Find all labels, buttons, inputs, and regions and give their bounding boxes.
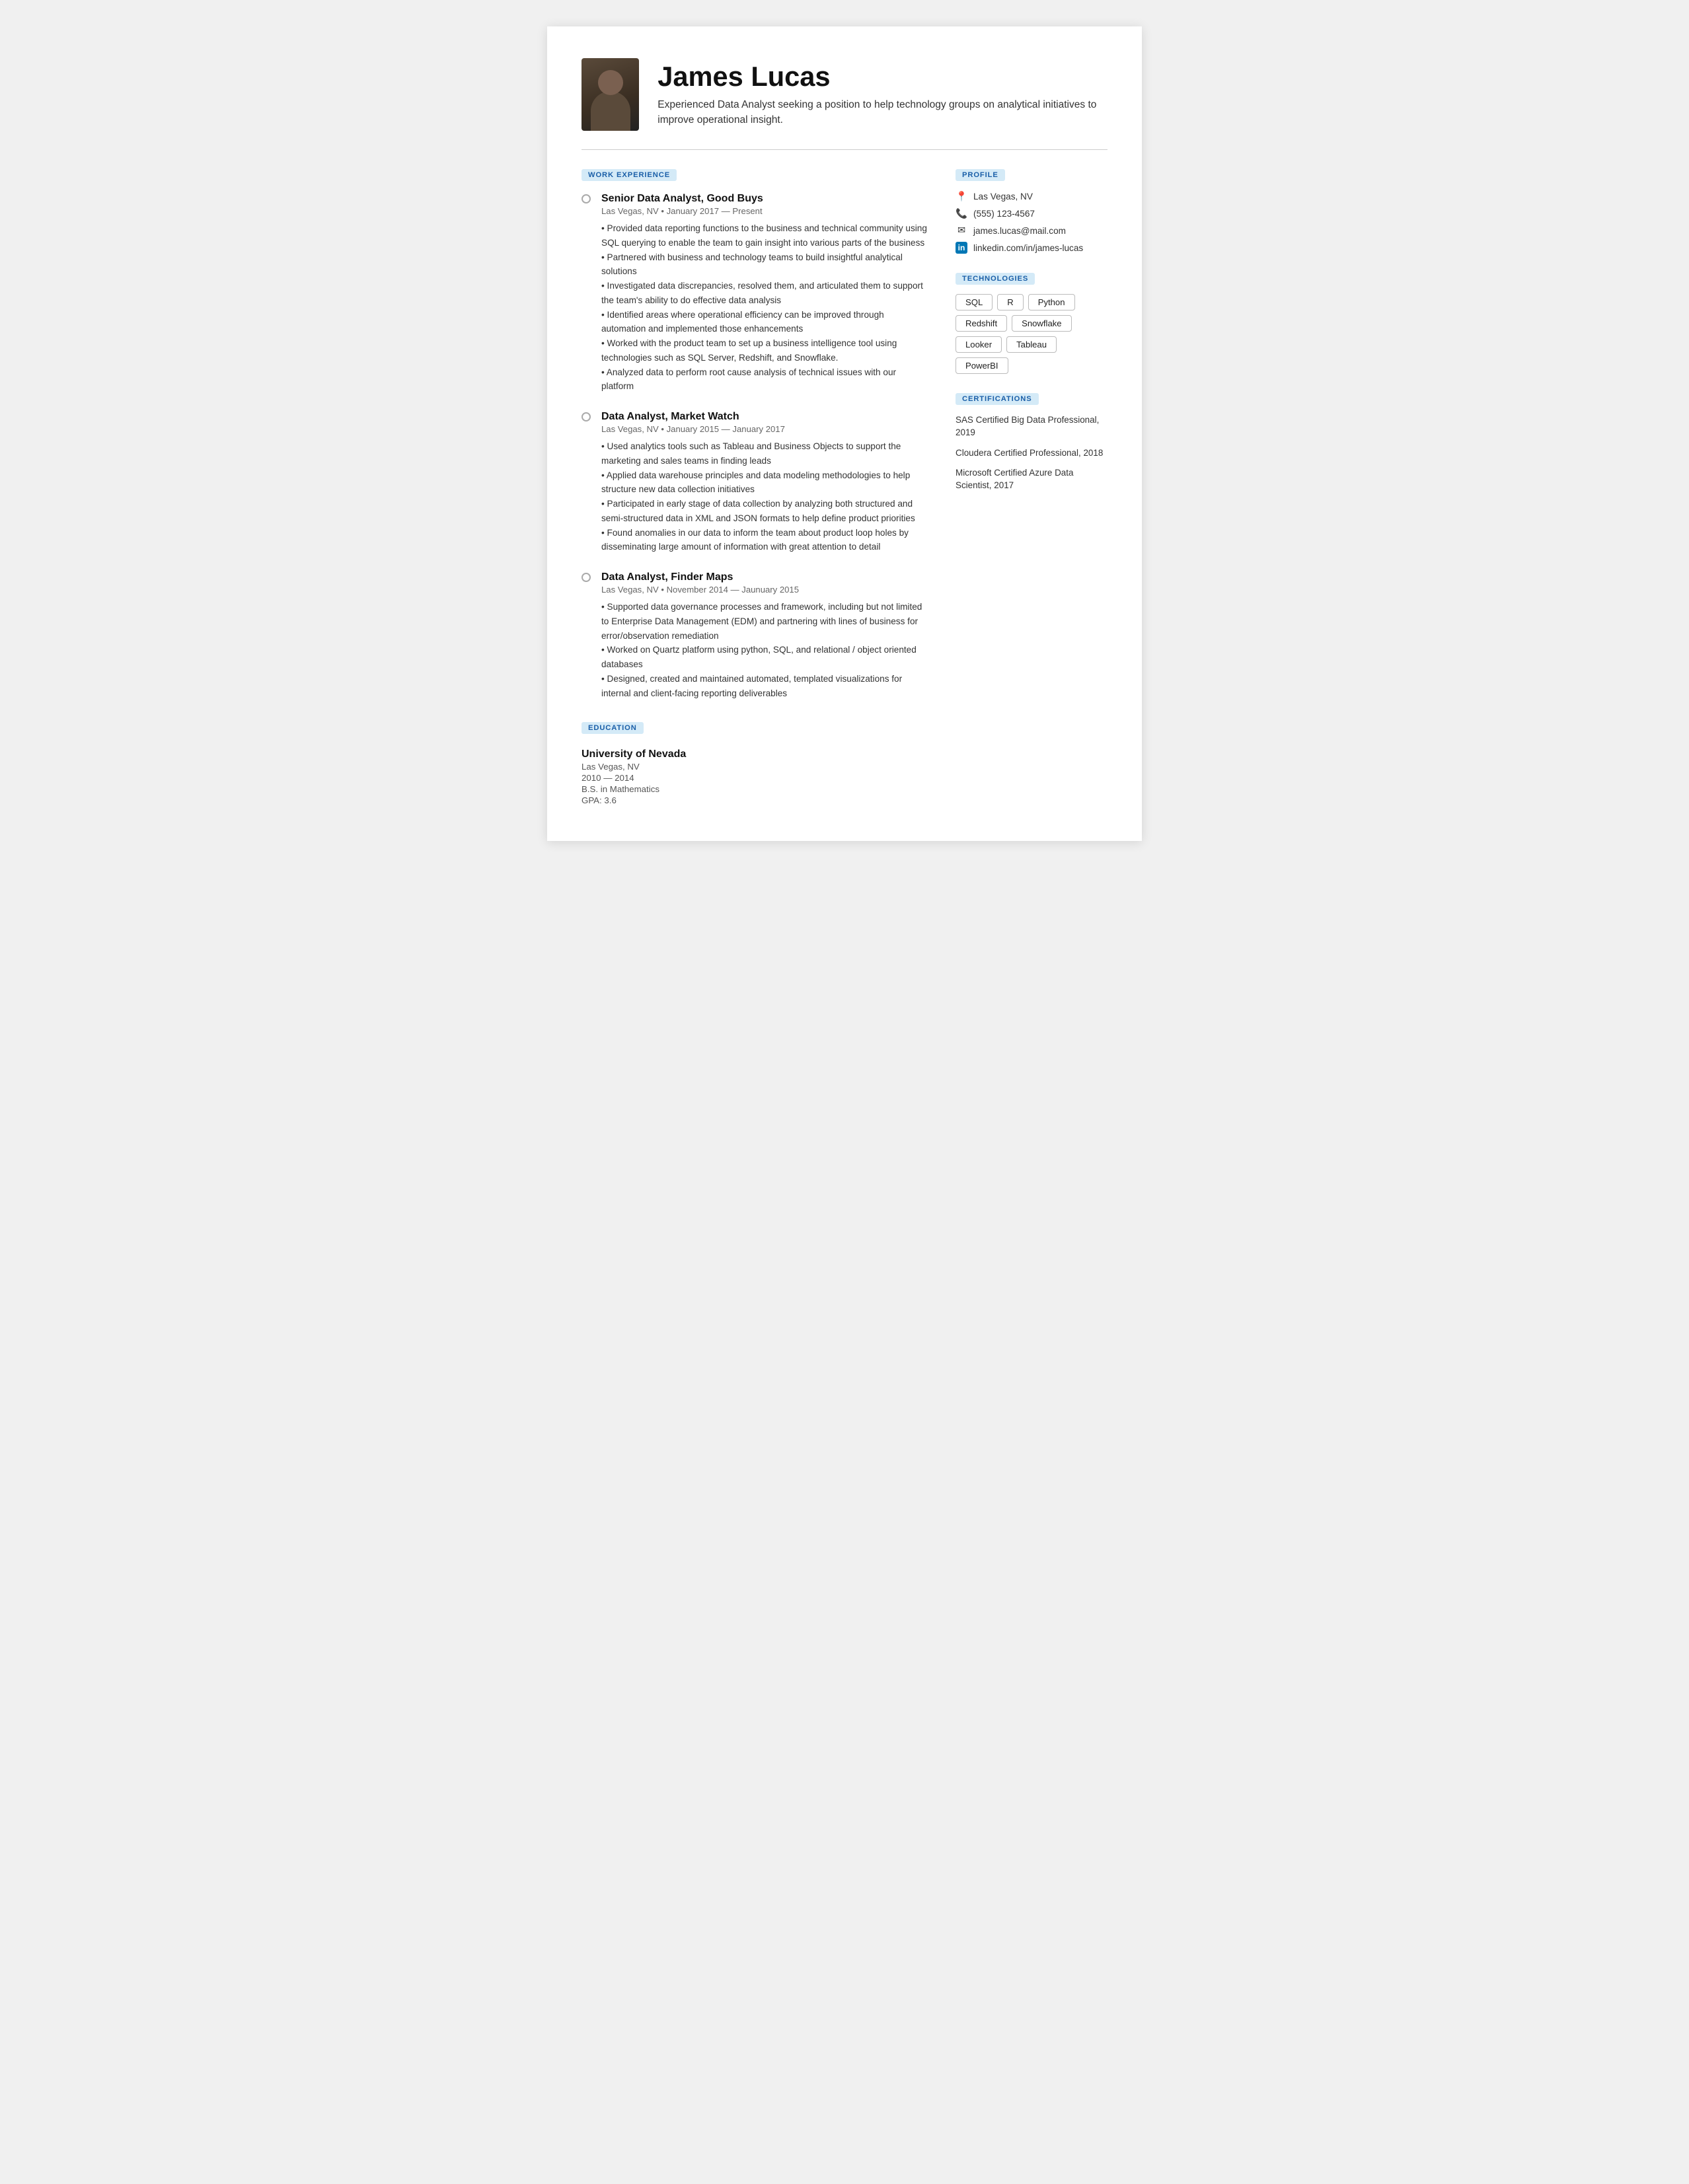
- profile-label: PROFILE: [956, 169, 1005, 181]
- job-meta: Las Vegas, NV • January 2015 — January 2…: [601, 424, 929, 434]
- phone-icon: 📞: [956, 207, 967, 219]
- technologies-section: TECHNOLOGIES SQLR Python Redshift Snowflake…: [956, 272, 1107, 374]
- gpa: GPA: 3.6: [582, 795, 929, 805]
- header-divider: [582, 149, 1107, 150]
- school-years: 2010 — 2014: [582, 773, 929, 783]
- resume-container: James Lucas Experienced Data Analyst see…: [547, 26, 1142, 841]
- job-description: • Provided data reporting functions to t…: [601, 221, 929, 394]
- location-icon: 📍: [956, 190, 967, 202]
- certifications-label: CERTIFICATIONS: [956, 393, 1039, 405]
- header-section: James Lucas Experienced Data Analyst see…: [582, 58, 1107, 131]
- certification-item: Cloudera Certified Professional, 2018: [956, 447, 1107, 460]
- profile-phone: 📞 (555) 123-4567: [956, 207, 1107, 219]
- job-description: • Supported data governance processes an…: [601, 600, 929, 700]
- candidate-name: James Lucas: [657, 61, 1107, 92]
- job-item: Data Analyst, Market Watch Las Vegas, NV…: [582, 411, 929, 554]
- tech-tag: R: [997, 294, 1023, 310]
- tech-tag: Python: [1028, 294, 1075, 310]
- main-column: WORK EXPERIENCE Senior Data Analyst, Goo…: [582, 168, 929, 807]
- header-text: James Lucas Experienced Data Analyst see…: [657, 61, 1107, 127]
- body-columns: WORK EXPERIENCE Senior Data Analyst, Goo…: [582, 168, 1107, 807]
- job-title: Data Analyst, Market Watch: [601, 411, 929, 423]
- job-bullet: [582, 411, 591, 554]
- avatar: [582, 58, 639, 131]
- job-content: Data Analyst, Market Watch Las Vegas, NV…: [601, 411, 929, 554]
- job-circle: [582, 573, 591, 582]
- school-name: University of Nevada: [582, 748, 929, 760]
- certifications-section: CERTIFICATIONS SAS Certified Big Data Pr…: [956, 392, 1107, 492]
- degree: B.S. in Mathematics: [582, 784, 929, 794]
- profile-email: ✉ james.lucas@mail.com: [956, 225, 1107, 237]
- job-content: Data Analyst, Finder Maps Las Vegas, NV …: [601, 571, 929, 700]
- tech-tag: Redshift: [956, 315, 1007, 332]
- job-meta: Las Vegas, NV • November 2014 — Jaunuary…: [601, 585, 929, 595]
- profile-location: 📍 Las Vegas, NV: [956, 190, 1107, 202]
- education-label: EDUCATION: [582, 722, 644, 734]
- tech-tag: PowerBI: [956, 357, 1008, 374]
- job-bullet: [582, 193, 591, 394]
- technologies-label: TECHNOLOGIES: [956, 273, 1035, 285]
- profile-section: PROFILE 📍 Las Vegas, NV 📞 (555) 123-4567…: [956, 168, 1107, 254]
- email-icon: ✉: [956, 225, 967, 237]
- work-experience-label: WORK EXPERIENCE: [582, 169, 677, 181]
- profile-linkedin[interactable]: in linkedin.com/in/james-lucas: [956, 242, 1107, 254]
- tech-tags-container: SQLR Python Redshift Snowflake LookerTableau…: [956, 294, 1107, 374]
- candidate-tagline: Experienced Data Analyst seeking a posit…: [657, 97, 1107, 128]
- job-description: • Used analytics tools such as Tableau a…: [601, 439, 929, 554]
- job-title: Data Analyst, Finder Maps: [601, 571, 929, 583]
- certification-item: Microsoft Certified Azure Data Scientist…: [956, 467, 1107, 492]
- certification-item: SAS Certified Big Data Professional, 201…: [956, 414, 1107, 439]
- tech-tag: SQL: [956, 294, 993, 310]
- tech-tag: Looker: [956, 336, 1002, 353]
- linkedin-icon: in: [956, 242, 967, 254]
- job-item: Data Analyst, Finder Maps Las Vegas, NV …: [582, 571, 929, 700]
- job-title: Senior Data Analyst, Good Buys: [601, 193, 929, 205]
- sidebar-column: PROFILE 📍 Las Vegas, NV 📞 (555) 123-4567…: [956, 168, 1107, 807]
- job-circle: [582, 412, 591, 421]
- job-item: Senior Data Analyst, Good Buys Las Vegas…: [582, 193, 929, 394]
- tech-tag: Snowflake: [1012, 315, 1071, 332]
- job-circle: [582, 194, 591, 203]
- tech-tag: Tableau: [1006, 336, 1057, 353]
- school-location: Las Vegas, NV: [582, 762, 929, 772]
- job-content: Senior Data Analyst, Good Buys Las Vegas…: [601, 193, 929, 394]
- job-bullet: [582, 571, 591, 700]
- education-section: EDUCATION University of Nevada Las Vegas…: [582, 721, 929, 805]
- job-meta: Las Vegas, NV • January 2017 — Present: [601, 206, 929, 216]
